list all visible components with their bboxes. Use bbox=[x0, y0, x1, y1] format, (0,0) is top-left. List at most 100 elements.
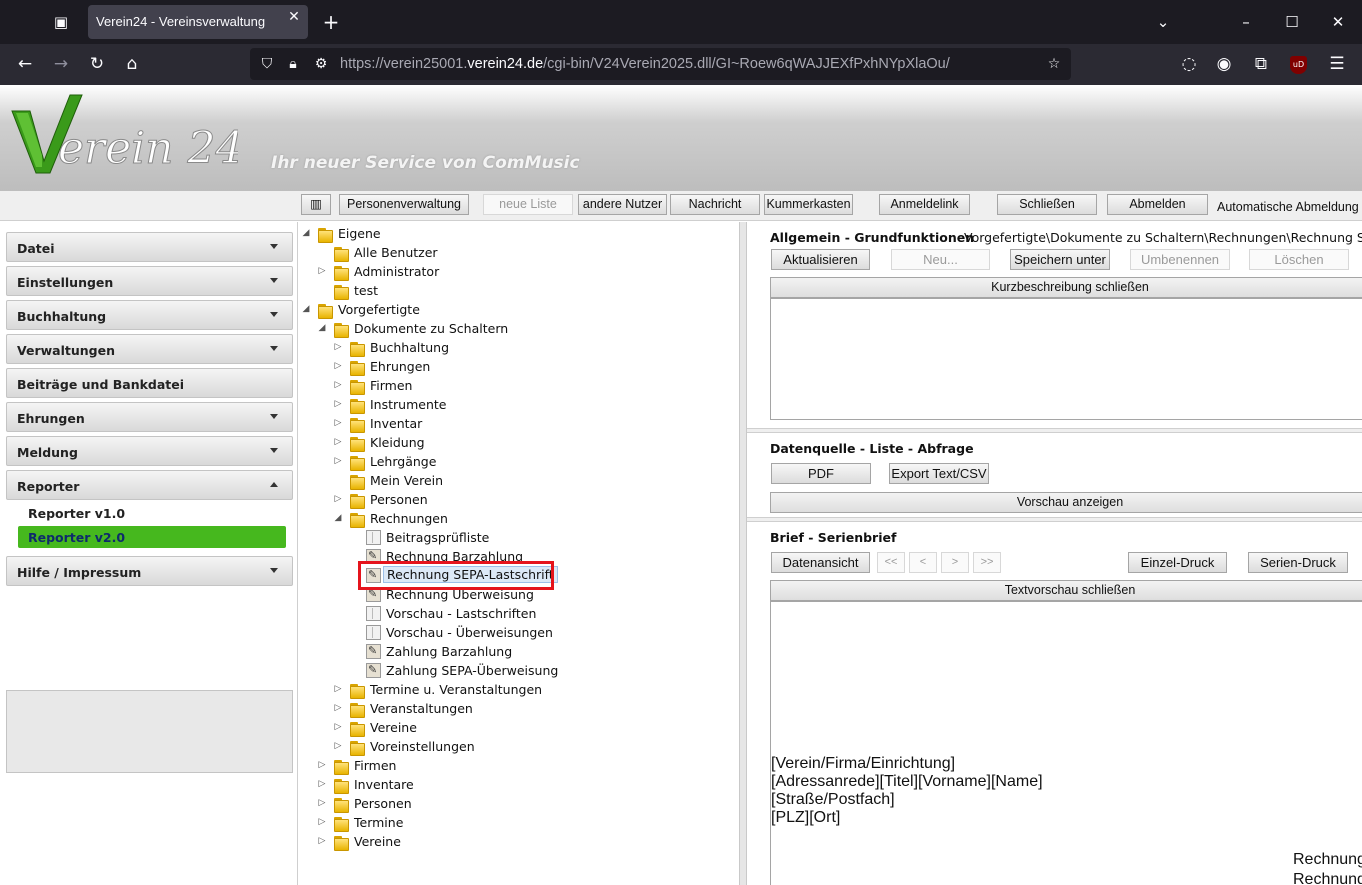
url-bar[interactable]: ⛉ 🔒︎ ⚙ https://verein25001.verein24.de/c… bbox=[250, 48, 1071, 80]
pdf-button[interactable]: PDF bbox=[771, 463, 871, 484]
minimize-icon[interactable]: – bbox=[1231, 8, 1261, 36]
tree-folder[interactable]: ▷ Vereine bbox=[317, 833, 717, 852]
collapse-arrow-icon[interactable]: ◢ bbox=[301, 303, 311, 315]
nav-last-button[interactable]: >> bbox=[973, 552, 1001, 573]
kurzbeschreibung-toggle[interactable]: Kurzbeschreibung schließen bbox=[770, 277, 1362, 298]
expand-arrow-icon[interactable]: ▷ bbox=[317, 759, 327, 771]
schliessen-button[interactable]: Schließen bbox=[997, 194, 1097, 215]
menu-verwaltungen[interactable]: Verwaltungen bbox=[6, 334, 293, 364]
andere-nutzer-button[interactable]: andere Nutzer bbox=[578, 194, 667, 215]
expand-arrow-icon[interactable]: ▷ bbox=[333, 379, 343, 391]
export-csv-button[interactable]: Export Text/CSV bbox=[889, 463, 989, 484]
menu-beitraege[interactable]: Beiträge und Bankdatei bbox=[6, 368, 293, 398]
kurzbeschreibung-textarea[interactable] bbox=[770, 298, 1362, 420]
tree-folder[interactable]: ▷ Instrumente bbox=[333, 396, 733, 415]
expand-arrow-icon[interactable]: ▷ bbox=[317, 797, 327, 809]
anmeldelink-button[interactable]: Anmeldelink bbox=[879, 194, 970, 215]
tree-item[interactable]: Beitragsprüfliste bbox=[349, 529, 749, 548]
extensions-icon[interactable]: ⧉ bbox=[1246, 50, 1276, 78]
shield-icon[interactable]: ⛉ bbox=[256, 53, 278, 75]
expand-arrow-icon[interactable]: ▷ bbox=[317, 778, 327, 790]
datenansicht-button[interactable]: Datenansicht bbox=[771, 552, 870, 573]
neue-liste-button[interactable]: neue Liste bbox=[483, 194, 573, 215]
expand-arrow-icon[interactable]: ▷ bbox=[317, 835, 327, 847]
tree-folder[interactable]: ▷ Voreinstellungen bbox=[333, 738, 733, 757]
tree-folder[interactable]: ▷ Firmen bbox=[317, 757, 717, 776]
menu-einstellungen[interactable]: Einstellungen bbox=[6, 266, 293, 296]
tree-folder[interactable]: test bbox=[317, 282, 717, 301]
expand-arrow-icon[interactable]: ▷ bbox=[333, 683, 343, 695]
tree-folder[interactable]: ▷ Lehrgänge bbox=[333, 453, 733, 472]
einzel-druck-button[interactable]: Einzel-Druck bbox=[1128, 552, 1227, 573]
vorschau-anzeigen-button[interactable]: Vorschau anzeigen bbox=[770, 492, 1362, 513]
menu-ehrungen[interactable]: Ehrungen bbox=[6, 402, 293, 432]
tab-overflow-chevron-icon[interactable]: ⌄ bbox=[1148, 8, 1178, 36]
bookmark-star-icon[interactable]: ☆ bbox=[1043, 53, 1065, 75]
nav-prev-button[interactable]: < bbox=[909, 552, 937, 573]
tree-item[interactable]: Zahlung Barzahlung bbox=[349, 643, 749, 662]
expand-arrow-icon[interactable]: ▷ bbox=[333, 721, 343, 733]
expand-arrow-icon[interactable]: ▷ bbox=[333, 417, 343, 429]
textvorschau-toggle[interactable]: Textvorschau schließen bbox=[770, 580, 1362, 601]
tree-folder[interactable]: ▷ Inventare bbox=[317, 776, 717, 795]
expand-arrow-icon[interactable]: ▷ bbox=[333, 493, 343, 505]
tree-item[interactable]: Vorschau - Überweisungen bbox=[349, 624, 749, 643]
nav-first-button[interactable]: << bbox=[877, 552, 905, 573]
pocket-icon[interactable]: ◌ bbox=[1174, 50, 1204, 78]
account-icon[interactable]: ◉ bbox=[1209, 50, 1239, 78]
expand-arrow-icon[interactable]: ▷ bbox=[333, 398, 343, 410]
tab-close-icon[interactable]: ✕ bbox=[285, 8, 303, 26]
tab-list-icon[interactable]: ▣ bbox=[44, 8, 78, 36]
expand-arrow-icon[interactable]: ▷ bbox=[333, 341, 343, 353]
ublock-icon[interactable]: uD bbox=[1290, 56, 1307, 74]
tree-folder[interactable]: ▷ Termine bbox=[317, 814, 717, 833]
tree-folder[interactable]: ▷ Administrator bbox=[317, 263, 717, 282]
menu-buchhaltung[interactable]: Buchhaltung bbox=[6, 300, 293, 330]
nachricht-button[interactable]: Nachricht bbox=[670, 194, 760, 215]
url-text[interactable]: https://verein25001.verein24.de/cgi-bin/… bbox=[340, 56, 950, 72]
sidebar-toggle-icon[interactable]: ▥ bbox=[301, 194, 331, 215]
expand-arrow-icon[interactable]: ▷ bbox=[333, 455, 343, 467]
tree-folder[interactable]: ▷ Termine u. Veranstaltungen bbox=[333, 681, 733, 700]
menu-reporter[interactable]: Reporter bbox=[6, 470, 293, 500]
tree-folder[interactable]: ▷ Personen bbox=[333, 491, 733, 510]
nav-next-button[interactable]: > bbox=[941, 552, 969, 573]
maximize-icon[interactable]: ☐ bbox=[1277, 8, 1307, 36]
expand-arrow-icon[interactable]: ▷ bbox=[333, 360, 343, 372]
abmelden-button[interactable]: Abmelden bbox=[1107, 194, 1208, 215]
tree-folder[interactable]: ▷ Firmen bbox=[333, 377, 733, 396]
reload-icon[interactable]: ↻ bbox=[82, 50, 112, 78]
expand-arrow-icon[interactable]: ▷ bbox=[317, 265, 327, 277]
loeschen-button[interactable]: Löschen bbox=[1249, 249, 1349, 270]
speichern-unter-button[interactable]: Speichern unter bbox=[1010, 249, 1110, 270]
permissions-icon[interactable]: ⚙ bbox=[310, 53, 332, 75]
collapse-arrow-icon[interactable]: ◢ bbox=[317, 322, 327, 334]
close-window-icon[interactable]: ✕ bbox=[1323, 8, 1353, 36]
home-icon[interactable]: ⌂ bbox=[117, 50, 147, 78]
expand-arrow-icon[interactable]: ▷ bbox=[333, 436, 343, 448]
tree-folder[interactable]: ▷ Ehrungen bbox=[333, 358, 733, 377]
menu-hilfe[interactable]: Hilfe / Impressum bbox=[6, 556, 293, 586]
tree-folder[interactable]: ▷ Inventar bbox=[333, 415, 733, 434]
tree-folder[interactable]: ▷ Buchhaltung bbox=[333, 339, 733, 358]
tree-item[interactable]: Vorschau - Lastschriften bbox=[349, 605, 749, 624]
personenverwaltung-button[interactable]: Personenverwaltung bbox=[339, 194, 469, 215]
submenu-reporter-v1[interactable]: Reporter v1.0 bbox=[18, 502, 286, 524]
browser-tab[interactable]: Verein24 - Vereinsverwaltung bbox=[88, 5, 308, 39]
panel-splitter[interactable] bbox=[739, 222, 747, 885]
menu-hamburger-icon[interactable]: ☰ bbox=[1322, 50, 1352, 78]
new-tab-icon[interactable]: + bbox=[318, 8, 344, 36]
collapse-arrow-icon[interactable]: ◢ bbox=[301, 227, 311, 239]
tree-folder[interactable]: ◢ Eigene bbox=[301, 225, 701, 244]
expand-arrow-icon[interactable]: ▷ bbox=[333, 740, 343, 752]
kummerkasten-button[interactable]: Kummerkasten bbox=[764, 194, 853, 215]
back-icon[interactable]: ← bbox=[10, 50, 40, 78]
tree-folder[interactable]: ◢ Rechnungen bbox=[333, 510, 733, 529]
neu-button[interactable]: Neu... bbox=[891, 249, 990, 270]
serien-druck-button[interactable]: Serien-Druck bbox=[1248, 552, 1348, 573]
lock-icon[interactable]: 🔒︎ bbox=[282, 53, 304, 75]
aktualisieren-button[interactable]: Aktualisieren bbox=[771, 249, 870, 270]
tree-folder[interactable]: Alle Benutzer bbox=[317, 244, 717, 263]
menu-meldung[interactable]: Meldung bbox=[6, 436, 293, 466]
menu-datei[interactable]: Datei bbox=[6, 232, 293, 262]
